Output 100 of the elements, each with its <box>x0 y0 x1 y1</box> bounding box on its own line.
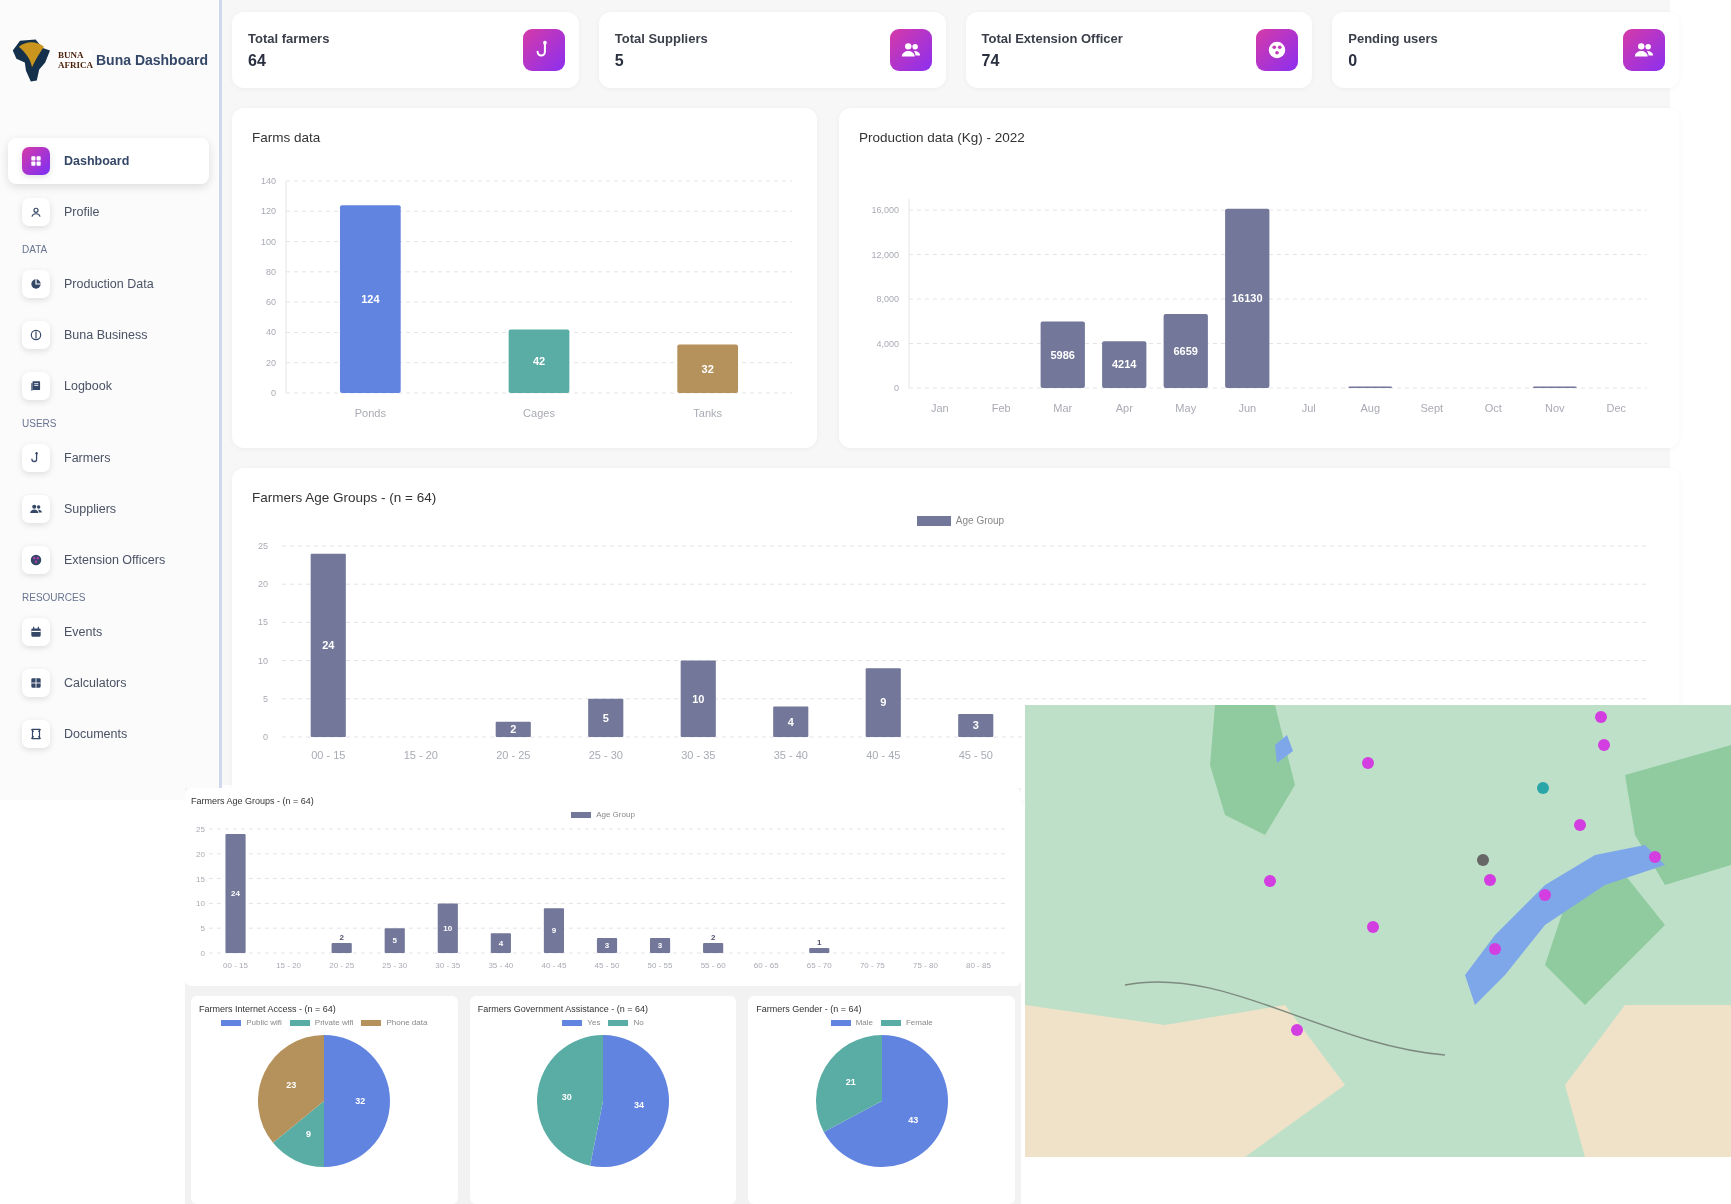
bar-value-label: 3 <box>604 941 610 951</box>
bar-value-label: 3 <box>972 719 979 732</box>
axis-tick-label: 10 <box>196 899 205 909</box>
axis-tick-label: 140 <box>260 176 276 186</box>
axis-category-label: 15 - 20 <box>276 961 302 970</box>
stat-hook-icon <box>522 29 565 71</box>
bar-value-label: 1 <box>817 938 822 948</box>
nav-item[interactable]: Dashboard <box>8 138 209 184</box>
axis-category-label: 40 - 45 <box>866 749 901 761</box>
section-heading: RESOURCES <box>21 591 87 605</box>
axis-tick-label: 20 <box>258 579 268 590</box>
slice-value-label: 34 <box>634 1099 645 1110</box>
bar-value-label: 2 <box>510 723 517 736</box>
axis-category-label: Jul <box>1301 402 1316 414</box>
axis-category-label: 35 - 40 <box>488 961 514 970</box>
stat-value: 0 <box>1348 51 1359 70</box>
bar-value-label: 16130 <box>1231 292 1263 305</box>
axis-tick-label: 100 <box>260 236 276 247</box>
axis-category-label: 00 - 15 <box>311 749 346 761</box>
chart-title: Farmers Age Groups - (n = 64) <box>252 490 438 505</box>
stat-value: 74 <box>981 51 1001 70</box>
axis-category-label: 25 - 30 <box>588 749 623 761</box>
axis-category-label: Ponds <box>354 407 386 419</box>
axis-category-label: 15 - 20 <box>403 749 438 761</box>
axis-category-label: 80 - 85 <box>966 961 991 970</box>
legend-swatch <box>571 811 592 818</box>
legend-label: Male <box>855 1018 873 1027</box>
axis-category-label: 00 - 15 <box>223 961 248 970</box>
logo-text: BUNA AFRICA <box>58 50 92 70</box>
nav-item[interactable]: Logbook <box>8 363 209 409</box>
axis-tick-label: 25 <box>196 825 205 834</box>
axis-category-label: 75 - 80 <box>912 961 938 970</box>
nav-item[interactable]: Events <box>8 609 209 655</box>
axis-category-label: 45 - 50 <box>594 961 620 970</box>
slice-value-label: 32 <box>355 1096 366 1106</box>
legend-swatch <box>562 1019 583 1026</box>
bar-value-label: 5986 <box>1050 348 1075 361</box>
bar-value-label: 6659 <box>1173 344 1198 357</box>
legend-label: No <box>633 1018 644 1027</box>
axis-tick-label: 8,000 <box>876 294 899 305</box>
axis-category-label: 20 - 25 <box>496 749 531 761</box>
axis-tick-label: 16,000 <box>871 205 899 216</box>
axis-category-label: 50 - 55 <box>647 961 673 970</box>
legend-label: Private wifi <box>314 1018 354 1027</box>
nav-item[interactable]: Profile <box>8 189 209 235</box>
legend-swatch <box>608 1019 629 1026</box>
bar-value-label: 24 <box>231 889 240 899</box>
stat-people-icon <box>1623 29 1665 71</box>
chart-title: Farms data <box>252 130 322 145</box>
bar-value-label: 124 <box>361 292 380 305</box>
axis-tick-label: 12,000 <box>871 249 899 260</box>
legend-label: Female <box>906 1018 933 1027</box>
axis-tick-label: 5 <box>263 693 268 704</box>
stat-value: 64 <box>248 51 267 70</box>
bar-value-label: 5 <box>602 711 609 724</box>
calendar-icon <box>29 625 43 639</box>
legend-swatch <box>830 1019 851 1026</box>
chart-title: Production data (Kg) - 2022 <box>859 130 1026 145</box>
legend-label: Age Group <box>955 515 1005 526</box>
axis-category-label: Aug <box>1360 402 1381 414</box>
axis-category-label: 30 - 35 <box>681 749 716 761</box>
axis-tick-label: 10 <box>258 655 268 666</box>
legend-swatch <box>916 515 951 526</box>
nav-item[interactable]: Buna Business <box>8 312 209 358</box>
axis-category-label: Oct <box>1484 402 1502 414</box>
axis-category-label: 25 - 30 <box>382 961 408 970</box>
legend-swatch <box>881 1019 901 1026</box>
axis-category-label: 20 - 25 <box>329 961 355 970</box>
bar-value-label: 3 <box>657 941 663 951</box>
stat-label: Total farmers <box>248 30 330 46</box>
slice-value-label: 9 <box>306 1128 312 1139</box>
bar-value-label: 2 <box>339 933 344 943</box>
people-icon <box>29 502 43 516</box>
nav-item[interactable]: Calculators <box>8 660 209 706</box>
axis-category-label: Nov <box>1544 402 1565 414</box>
axis-category-label: 35 - 40 <box>773 749 808 761</box>
coin-icon <box>29 328 43 342</box>
axis-category-label: 45 - 50 <box>958 749 993 761</box>
nav-item[interactable]: Extension Officers <box>8 537 209 583</box>
grid-icon <box>29 154 43 168</box>
axis-tick-label: 25 <box>258 541 268 551</box>
bar-value-label: 32 <box>701 362 714 375</box>
legend-swatch <box>221 1019 242 1026</box>
nav-item[interactable]: Production Data <box>8 261 209 307</box>
nav-item[interactable]: Farmers <box>8 435 209 481</box>
section-heading: DATA <box>21 243 49 257</box>
axis-category-label: 70 - 75 <box>859 961 885 970</box>
axis-tick-label: 4,000 <box>876 338 899 349</box>
axis-category-label: Apr <box>1115 402 1133 414</box>
axis-category-label: Cages <box>523 407 555 419</box>
nav-item[interactable]: Suppliers <box>8 486 209 532</box>
slice-value-label: 21 <box>845 1077 856 1088</box>
nav-item[interactable]: Documents <box>8 711 209 757</box>
bar-value-label: 9 <box>880 696 887 709</box>
axis-category-label: May <box>1175 402 1197 414</box>
stat-people-icon <box>889 29 932 71</box>
axis-tick-label: 15 <box>258 617 268 628</box>
bar-value-label: 2 <box>710 933 716 943</box>
axis-tick-label: 60 <box>266 297 276 308</box>
pie-chart-icon <box>29 277 43 291</box>
